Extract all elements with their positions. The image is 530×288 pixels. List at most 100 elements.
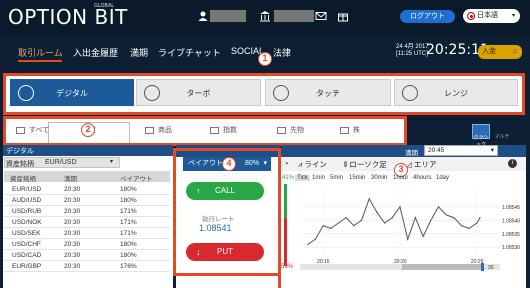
arrow-down-icon: ↓	[196, 247, 201, 257]
timeframe-1hour[interactable]: 1hour	[393, 175, 408, 181]
nav-expiry[interactable]: 満期	[130, 46, 148, 59]
timeframe-5min[interactable]: 5min	[330, 175, 343, 181]
price-point	[368, 198, 370, 200]
timeframe-1min[interactable]: 1min	[312, 175, 325, 181]
price-line	[307, 197, 481, 245]
row-expiry: 20:30	[64, 252, 81, 259]
row-payout: 180%	[120, 197, 137, 204]
put-button[interactable]: ↓ PUT	[186, 243, 264, 261]
timeframe-tick[interactable]: Tick	[295, 175, 310, 181]
gift-icon[interactable]	[337, 10, 349, 22]
price-point	[384, 222, 386, 224]
row-asset: USD/CAD	[12, 252, 42, 259]
asset-tab-stocks[interactable]: 株	[340, 125, 360, 135]
classic-view-button[interactable]: クラシック	[472, 124, 490, 148]
commodity-icon	[145, 126, 154, 134]
deposit-label: 入金	[482, 48, 496, 55]
account-redacted	[274, 10, 314, 22]
asset-tab-index[interactable]: 指数	[210, 125, 237, 135]
row-expiry: 20:30	[64, 241, 81, 248]
user-icon[interactable]	[197, 10, 209, 22]
utc-time-text: [11:25 UTC]	[396, 51, 428, 57]
chevron-down-icon: ▾	[511, 13, 515, 19]
tab-range[interactable]: レンジ	[394, 79, 518, 106]
price-point	[453, 217, 455, 219]
multi-label: マルチ	[494, 134, 510, 140]
asset-tab-futures[interactable]: 先物	[277, 125, 304, 135]
price-point	[353, 225, 355, 227]
row-payout: 180%	[120, 241, 137, 248]
price-chart[interactable]: 1.085451.085401.085351.08530 20:15 20:20 2…	[284, 184, 524, 288]
all-icon	[16, 126, 25, 134]
bank-icon[interactable]	[259, 10, 271, 22]
stocks-icon	[340, 126, 349, 134]
price-point	[376, 211, 378, 213]
asset-tab-all-label: すべて	[29, 127, 50, 134]
price-point	[399, 206, 401, 208]
tab-turbo[interactable]: ターボ	[136, 79, 261, 106]
price-point	[314, 238, 316, 240]
price-point	[460, 225, 463, 227]
tab-digital[interactable]: デジタル	[10, 79, 134, 106]
price-point	[391, 217, 393, 219]
price-point	[430, 219, 432, 221]
price-point	[468, 227, 470, 229]
mail-icon[interactable]	[315, 10, 327, 22]
row-asset: USD/RUB	[12, 208, 42, 215]
nav-history[interactable]: 入出金履歴	[73, 46, 118, 59]
price-point	[479, 217, 481, 219]
multi-view-button[interactable]: マルチ	[494, 124, 510, 140]
annotation-2: 2	[81, 123, 95, 137]
nav-legal[interactable]: 法律	[273, 46, 291, 59]
nav-live-chat[interactable]: ライブチャット	[158, 46, 221, 59]
timeframe-4hours[interactable]: 4hours	[413, 175, 431, 181]
language-select[interactable]: 日本語 ▾	[463, 9, 520, 23]
row-expiry: 20:30	[64, 263, 81, 270]
tab-touch[interactable]: タッチ	[265, 79, 391, 106]
row-asset: USD/SEK	[12, 230, 41, 237]
username-redacted	[210, 10, 246, 22]
row-expiry: 20:30	[64, 219, 81, 226]
chart-grid	[300, 188, 500, 258]
col-expiry: 満期	[64, 176, 77, 183]
payout-label: ペイアウト	[188, 160, 223, 167]
payout-value: 80%	[244, 160, 259, 167]
call-button[interactable]: ↑ CALL	[186, 182, 264, 200]
price-point	[337, 222, 340, 224]
row-asset: USD/CHF	[12, 241, 41, 248]
y-tick-label: 1.08545	[502, 205, 520, 211]
asset-list-title: デジタル	[3, 145, 173, 156]
price-point	[360, 219, 363, 221]
asset-tab-index-label: 指数	[223, 127, 237, 134]
price-point	[322, 225, 324, 227]
timeframe-15min[interactable]: 15min	[349, 175, 365, 181]
call-sentiment-bar	[284, 184, 287, 218]
timeframe-1day[interactable]: 1day	[436, 175, 449, 181]
row-asset: AUD/USD	[12, 197, 42, 204]
nav-active-indicator	[18, 60, 62, 62]
row-payout: 171%	[120, 219, 137, 226]
nav-trading-room[interactable]: 取引ルーム	[18, 46, 63, 59]
logout-button[interactable]: ログアウト	[400, 10, 455, 23]
chevron-down-icon: ▾	[110, 159, 114, 165]
price-point	[407, 238, 409, 240]
price-point	[345, 217, 347, 219]
chart-scrollbar-thumb[interactable]	[402, 264, 482, 270]
asset-tab-all[interactable]: すべて	[16, 125, 49, 135]
price-point	[330, 227, 332, 229]
y-axis-labels: 1.08545 1.08540 1.08535 1.08530	[502, 205, 520, 251]
row-payout: 180%	[120, 252, 137, 259]
row-payout: 171%	[120, 208, 137, 215]
asset-tab-commodity-label: 商品	[158, 127, 172, 134]
row-expiry: 20:30	[64, 197, 81, 204]
logo[interactable]: OPTION BIT GLOBAL	[8, 3, 128, 29]
scroll-handle[interactable]	[481, 263, 484, 271]
asset-tab-commodity[interactable]: 商品	[145, 125, 172, 135]
deposit-button[interactable]: 入金 ⌂	[478, 45, 522, 59]
asset-tab-stocks-label: 株	[353, 127, 360, 134]
tab-range-label: レンジ	[444, 89, 468, 98]
language-label: 日本語	[477, 12, 498, 19]
call-label: CALL	[214, 186, 235, 195]
scroll-marker-value: 26	[488, 265, 494, 271]
timeframe-30min[interactable]: 30min	[371, 175, 387, 181]
